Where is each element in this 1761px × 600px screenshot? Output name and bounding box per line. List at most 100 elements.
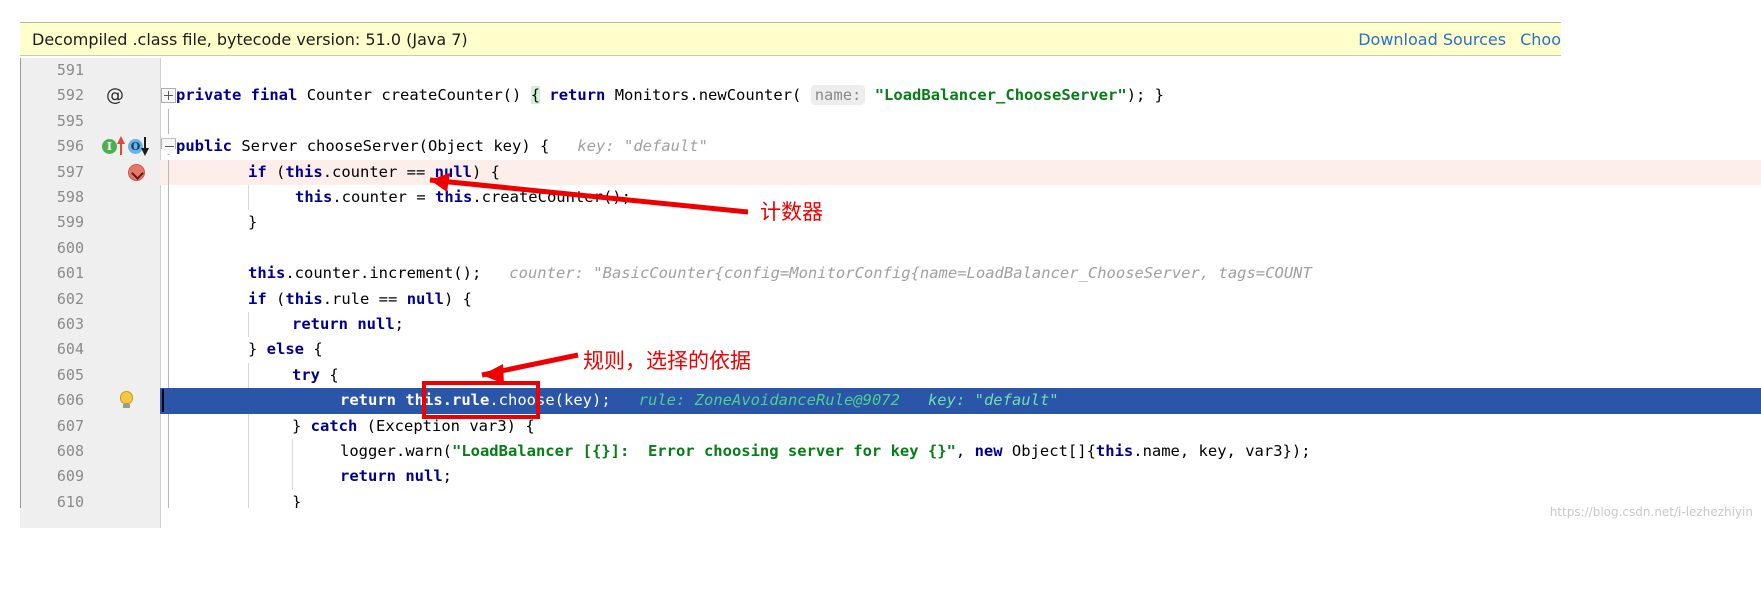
table-row[interactable]: 603 return null; [0, 312, 1761, 338]
fold-column [159, 185, 181, 211]
keyword-this-2: this [434, 188, 473, 206]
line-number: 595 [56, 111, 84, 130]
line-tail: ) { [472, 162, 500, 181]
comma: , [955, 442, 975, 460]
fold-line [168, 286, 169, 312]
string-literal: "LoadBalancer [{}]: Error choosing serve… [451, 442, 956, 460]
keyword-final: final [250, 86, 298, 105]
download-sources-link[interactable]: Download Sources [1358, 30, 1506, 49]
indent-guide [248, 439, 249, 465]
banner-message: Decompiled .class file, bytecode version… [32, 29, 468, 49]
fold-column [159, 439, 181, 465]
fold-column [159, 413, 181, 439]
fold-line [168, 312, 169, 338]
table-row[interactable]: 608 logger.warn("LoadBalancer [{}]: Erro… [0, 439, 1761, 465]
type-counter: Counter [306, 86, 373, 105]
table-row[interactable]: 609 return null; [0, 464, 1761, 490]
gutter-icons[interactable] [92, 388, 158, 413]
line-background [160, 337, 1761, 362]
open-brace: { [320, 365, 339, 384]
indent-guide [248, 312, 249, 338]
lightbulb-icon[interactable] [120, 391, 133, 405]
keyword-this: this [285, 289, 323, 308]
gutter-icons[interactable]: @ [92, 83, 158, 108]
keyword-try: try [292, 365, 320, 384]
fold-line [168, 413, 169, 439]
table-row[interactable]: 597 if (this.counter == null) { [0, 159, 1761, 185]
semicolon: ; [442, 467, 453, 486]
table-row[interactable]: 607 } catch (Exception var3) { [0, 413, 1761, 439]
fold-column [159, 362, 181, 389]
keyword-return: return [340, 391, 396, 410]
keyword-if: if [248, 162, 267, 181]
table-row[interactable]: 605 try { [0, 362, 1761, 389]
breakpoint-disabled-icon[interactable] [128, 163, 145, 181]
type-server: Server [241, 137, 298, 156]
line-number: 591 [56, 60, 84, 79]
fold-line [168, 108, 169, 135]
decompiled-class-banner: Decompiled .class file, bytecode version… [20, 22, 1561, 56]
gutter-icons[interactable] [92, 160, 158, 185]
fold-line [168, 362, 169, 389]
gutter-icons[interactable]: I O [92, 134, 158, 159]
code-line-608: logger.warn("LoadBalancer [{}]: Error ch… [340, 439, 1311, 464]
table-row[interactable]: 591 [0, 58, 1761, 83]
watermark-text: https://blog.csdn.net/i-lezhezhiyin [1549, 505, 1753, 519]
call-newcounter: Monitors.newCounter( [614, 86, 802, 105]
keyword-return: return [292, 315, 348, 333]
line-background [160, 363, 1761, 388]
table-row[interactable]: 601 this.counter.increment(); counter: "… [0, 261, 1761, 287]
table-row[interactable]: 602 if (this.rule == null) { [0, 286, 1761, 312]
text-caret [162, 389, 164, 413]
open-paren: ( [276, 289, 286, 308]
fold-line [168, 439, 169, 465]
annotation-rule-label: 规则，选择的依据 [583, 349, 751, 373]
line-number: 609 [56, 467, 84, 486]
code-line-607: } catch (Exception var3) { [292, 414, 535, 439]
implemented-method-icon[interactable]: I [102, 139, 117, 155]
keyword-null: null [434, 162, 472, 181]
line-number: 602 [56, 289, 84, 308]
code-line-602: if (this.rule == null) { [248, 287, 472, 312]
table-row[interactable]: 595 [0, 108, 1761, 135]
table-row[interactable]: 600 [0, 235, 1761, 262]
field-rule: .rule == [322, 289, 407, 308]
indent-guide [292, 439, 293, 465]
indent-guide [248, 464, 249, 490]
param-hint-name: name: [810, 85, 866, 106]
line-number: 607 [56, 416, 84, 435]
fold-collapse-icon[interactable] [161, 138, 176, 156]
call-logger-warn: logger.warn( [340, 442, 452, 460]
table-row[interactable]: 596 I O public Server chooseServer(Objec… [0, 134, 1761, 159]
line-background [160, 210, 1761, 235]
table-row[interactable]: 592 @ private final Counter createCounte… [0, 83, 1761, 108]
fold-expand-icon[interactable] [161, 88, 176, 104]
catch-params: (Exception var3) { [357, 416, 535, 435]
keyword-if: if [248, 289, 267, 308]
assign-counter: .counter = [332, 188, 435, 206]
table-row[interactable]: 599 } [0, 210, 1761, 236]
fold-column [159, 108, 181, 135]
table-row-selected[interactable]: 606 return this.rule.choose(key); rule: … [0, 388, 1761, 414]
debug-hint-key: key: "default" [927, 391, 1059, 410]
code-line-609: return null; [340, 464, 452, 489]
method-createcounter: createCounter() [381, 86, 522, 105]
line-number: 598 [56, 187, 84, 206]
choose-sources-link[interactable]: Choo [1520, 30, 1561, 49]
table-row[interactable]: 604 } else { [0, 337, 1761, 363]
line-tail: .name, key, var3}); [1133, 442, 1311, 460]
arrow-down-icon [141, 148, 149, 157]
semicolon: ; [394, 315, 405, 333]
code-editor[interactable]: 591 592 @ private final Counter createCo… [0, 58, 1761, 518]
fold-line [168, 464, 169, 490]
at-sign-icon[interactable]: @ [106, 86, 124, 105]
code-line-605: try { [292, 363, 339, 388]
keyword-private: private [176, 86, 242, 105]
fold-line [168, 210, 169, 236]
table-row[interactable]: 598 this.counter = this.createCounter(); [0, 185, 1761, 211]
code-line-596: public Server chooseServer(Object key) {… [176, 134, 708, 159]
call-increment: .counter.increment(); [285, 264, 482, 283]
keyword-return: return [549, 86, 606, 105]
keyword-return: return [340, 467, 396, 486]
keyword-this: this [285, 162, 323, 181]
